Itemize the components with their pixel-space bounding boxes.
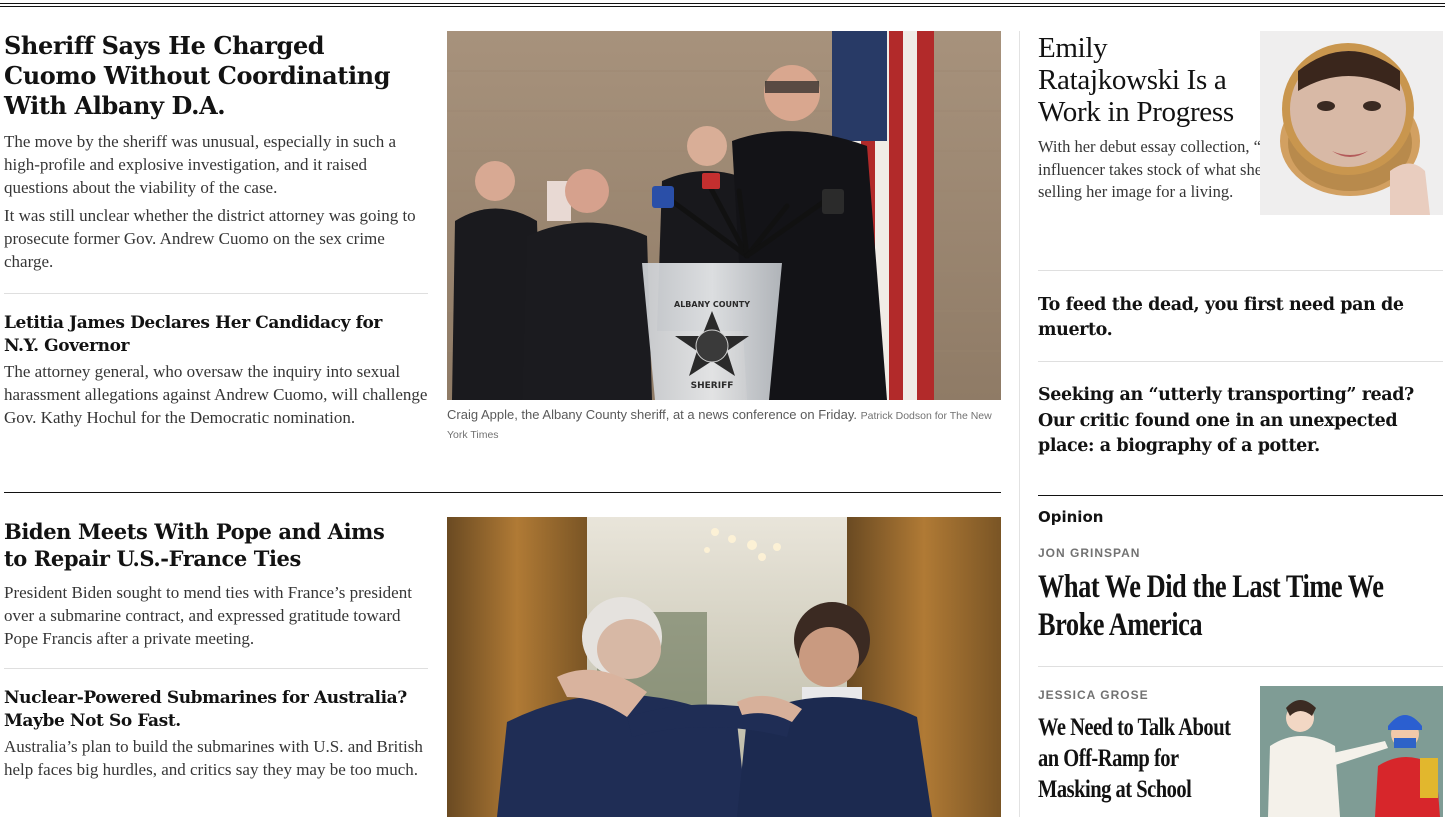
column-divider [1019,31,1020,817]
section-divider [4,492,1001,493]
biden-macron-photo[interactable] [447,517,1001,817]
ratajkowski-mirror-photo[interactable] [1260,31,1443,215]
story-summary-letitia-james: The attorney general, who oversaw the in… [4,362,428,427]
promo-potter-biography[interactable]: Seeking an “utterly transporting” read? … [1038,383,1443,460]
story-headline-sheriff[interactable]: Sheriff Says He Charged Cuomo Without Co… [4,31,404,121]
divider [4,668,428,669]
masking-illustration[interactable] [1260,686,1443,817]
top-rule-2 [0,6,1445,7]
story-summary-biden-pope: President Biden sought to mend ties with… [4,583,412,648]
divider [1038,361,1443,362]
opinion-author-grinspan[interactable]: JON GRINSPAN [1038,546,1140,560]
caption-text: Craig Apple, the Albany County sheriff, … [447,407,857,422]
story-summary-sheriff: The move by the sheriff was unusual, esp… [4,132,396,197]
podium-sheriff-text: SHERIFF [691,381,734,391]
divider [1038,666,1443,667]
opinion-headline-masking[interactable]: We Need to Talk About an Off-Ramp for Ma… [1038,712,1251,805]
sheriff-photo-caption: Craig Apple, the Albany County sheriff, … [447,406,1001,444]
story-summary-sheriff-2: It was still unclear whether the distric… [4,206,416,271]
story-headline-submarines[interactable]: Nuclear-Powered Submarines for Australia… [4,687,424,733]
feature-headline-ratajkowski[interactable]: Emily Ratajkowski Is a Work in Progress [1038,32,1256,128]
top-rule [0,3,1445,4]
story-headline-letitia-james[interactable]: Letitia James Declares Her Candidacy for… [4,312,404,358]
promo-pan-de-muerto[interactable]: To feed the dead, you first need pan de … [1038,293,1438,343]
opinion-section-label[interactable]: Opinion [1038,508,1103,526]
divider [1038,270,1443,271]
opinion-author-grose[interactable]: JESSICA GROSE [1038,688,1149,702]
sheriff-press-conference-photo[interactable]: ALBANY COUNTY SHERIFF [447,31,1001,400]
opinion-headline-broke-america[interactable]: What We Did the Last Time We Broke Ameri… [1038,568,1398,644]
story-summary-submarines: Australia’s plan to build the submarines… [4,737,423,779]
divider [4,293,428,294]
podium-county-text: ALBANY COUNTY [674,300,750,309]
opinion-rule [1038,495,1443,496]
story-headline-biden-pope[interactable]: Biden Meets With Pope and Aims to Repair… [4,518,404,572]
